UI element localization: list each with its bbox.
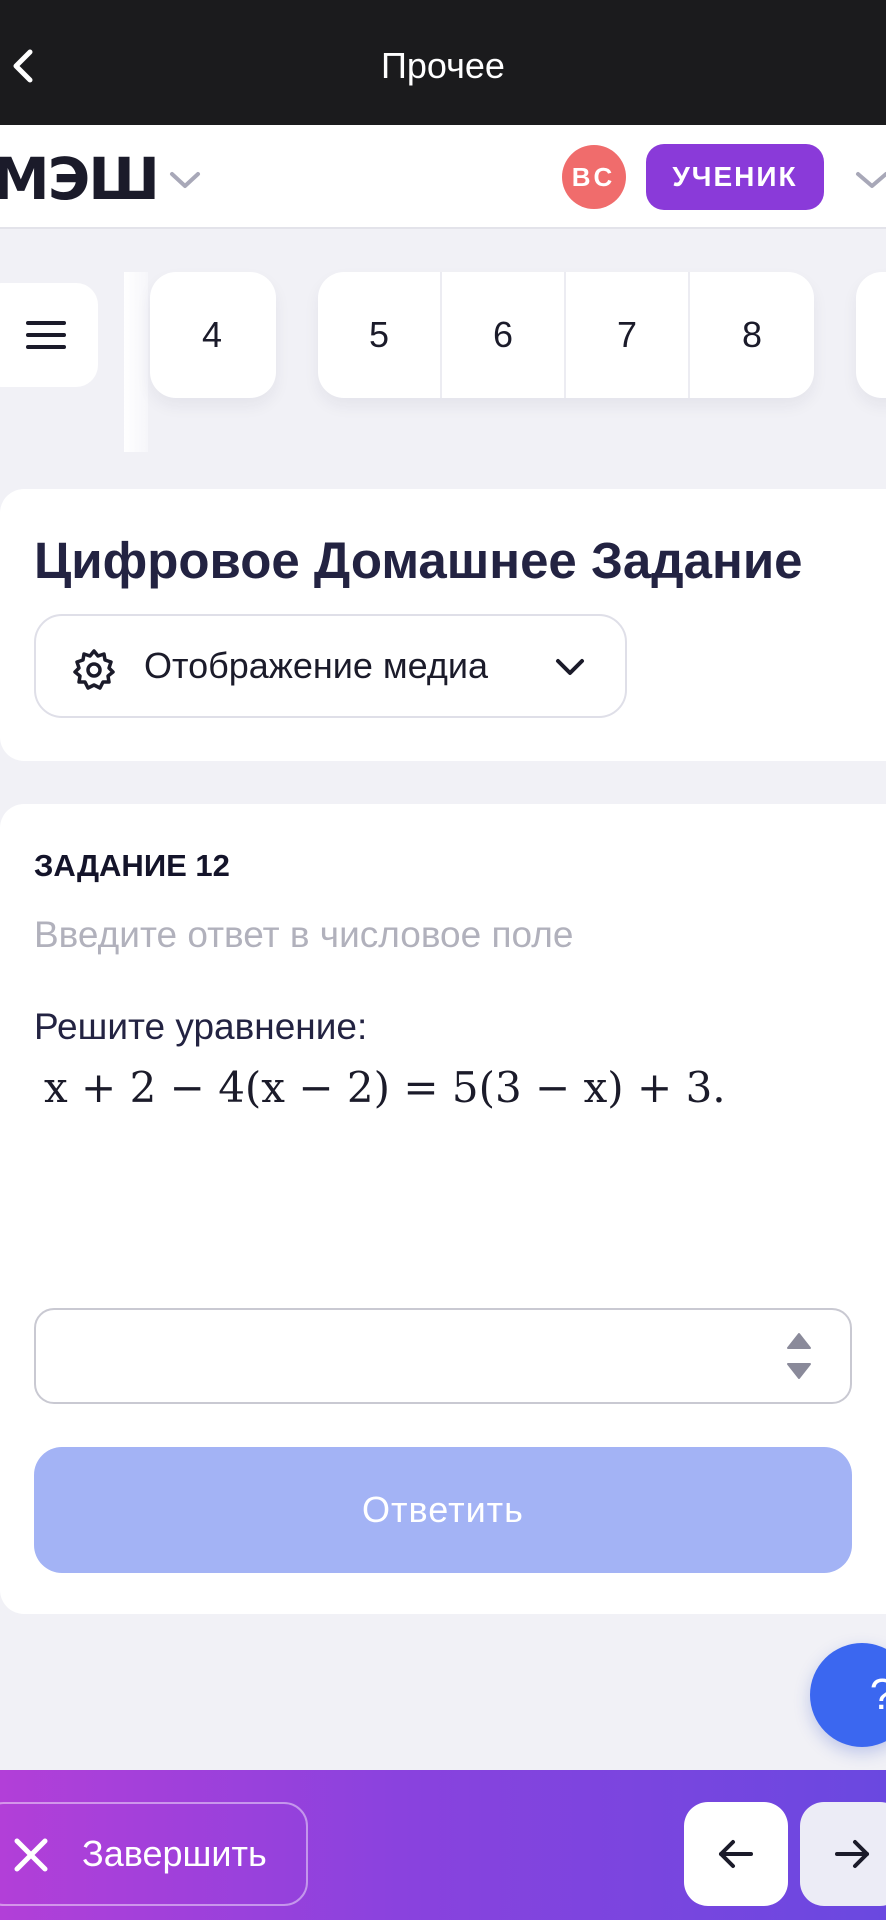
app-header: МЭШ ВС УЧЕНИК (0, 125, 886, 229)
task-nav-item[interactable]: 7 (566, 272, 690, 398)
avatar[interactable]: ВС (562, 145, 626, 209)
top-navigation-bar: Прочее (0, 0, 886, 125)
media-display-dropdown[interactable]: Отображение медиа (34, 614, 627, 718)
help-label: ? (870, 1670, 886, 1719)
task-nav-item[interactable]: 4 (150, 272, 274, 398)
app-logo[interactable]: МЭШ (0, 149, 160, 209)
task-nav-item[interactable]: 6 (442, 272, 566, 398)
screen-title: Прочее (381, 45, 505, 86)
chevron-down-icon[interactable] (168, 167, 202, 193)
chevron-down-icon[interactable] (852, 167, 886, 193)
previous-task-button[interactable] (684, 1802, 788, 1906)
task-hint: Введите ответ в числовое поле (34, 914, 574, 955)
task-nav-group: 4 (150, 272, 276, 398)
menu-button[interactable] (0, 283, 98, 387)
number-stepper-icon[interactable] (786, 1330, 812, 1382)
close-icon (14, 1838, 48, 1872)
role-badge[interactable]: УЧЕНИК (646, 144, 824, 210)
arrow-left-icon (719, 1840, 753, 1868)
next-task-button[interactable] (800, 1802, 886, 1906)
answer-number-input[interactable] (34, 1308, 852, 1404)
task-nav-group[interactable] (856, 272, 886, 398)
task-question: Решите уравнение: (34, 1006, 368, 1047)
finish-label: Завершить (82, 1833, 267, 1874)
finish-button[interactable]: Завершить (0, 1802, 308, 1906)
arrow-right-icon (835, 1840, 869, 1868)
chevron-down-icon (556, 659, 584, 675)
help-button[interactable]: ? (810, 1643, 886, 1747)
task-equation: x + 2 − 4(x − 2) = 5(3 − x) + 3. (44, 1063, 726, 1112)
scroll-fade (124, 272, 148, 452)
task-nav-item[interactable]: 8 (690, 272, 814, 398)
gear-icon (73, 649, 115, 690)
page-title: Цифровое Домашнее Задание (34, 532, 803, 589)
task-nav-group: 5 6 7 8 (318, 272, 814, 398)
media-dropdown-label: Отображение медиа (144, 645, 489, 686)
hamburger-icon (26, 321, 66, 349)
task-number: ЗАДАНИЕ 12 (34, 848, 230, 883)
task-nav-item[interactable]: 5 (318, 272, 442, 398)
submit-answer-button[interactable]: Ответить (34, 1447, 852, 1573)
